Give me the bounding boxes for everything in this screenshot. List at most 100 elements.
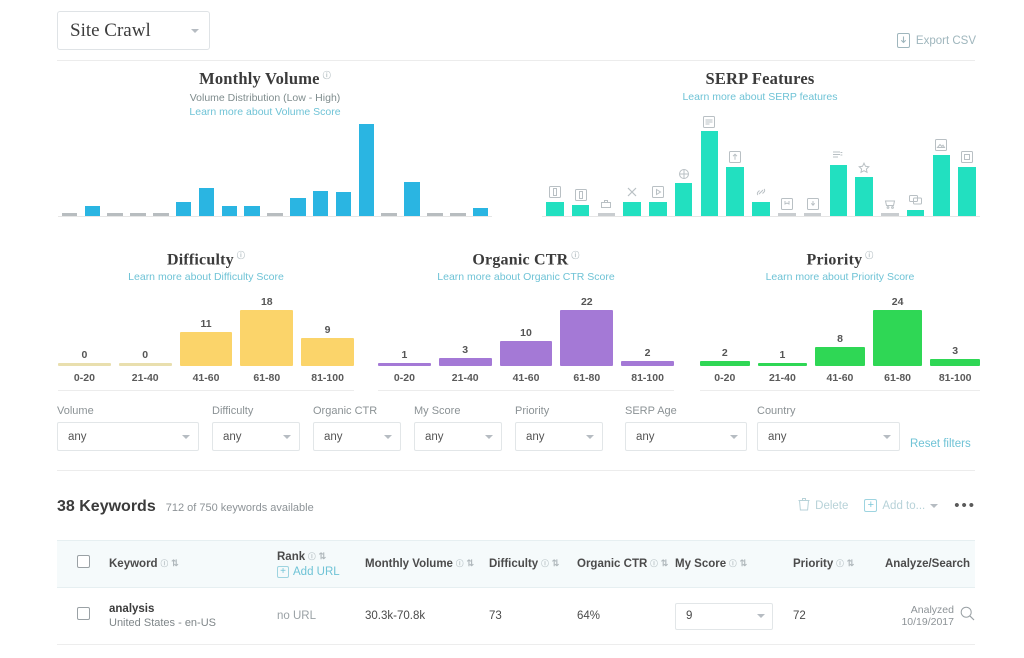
- info-icon[interactable]: ⓘ: [865, 250, 873, 261]
- keywords-available: 712 of 750 keywords available: [165, 502, 314, 514]
- filter-select[interactable]: any: [625, 422, 747, 451]
- monthly-volume-bar[interactable]: [195, 124, 218, 216]
- difficulty-bucket[interactable]: 9: [301, 294, 354, 366]
- monthly-volume-bar[interactable]: [172, 124, 195, 216]
- reset-filters-button[interactable]: Reset filters: [910, 438, 971, 450]
- table-row[interactable]: analysis United States - en-US no URL 30…: [57, 588, 975, 645]
- monthly-volume-bar[interactable]: [401, 124, 424, 216]
- filter-select[interactable]: any: [515, 422, 603, 451]
- serp-feature-bar[interactable]: [928, 112, 954, 216]
- bar-value-label: 0: [81, 349, 88, 361]
- difficulty-bucket[interactable]: 11: [179, 294, 233, 366]
- featured-snippet-icon: [703, 115, 716, 128]
- export-csv-button[interactable]: Export CSV: [896, 33, 976, 48]
- column-header-rank[interactable]: Rank ⓘ ⇅: [277, 551, 365, 563]
- serp-feature-bar[interactable]: [542, 112, 568, 216]
- priority-bucket[interactable]: 8: [815, 294, 865, 366]
- filter-select[interactable]: any: [313, 422, 401, 451]
- monthly-volume-bar[interactable]: [469, 124, 492, 216]
- filter-select[interactable]: any: [414, 422, 502, 451]
- add-url-button[interactable]: + Add URL: [277, 565, 365, 578]
- filter-select[interactable]: any: [212, 422, 300, 451]
- monthly-volume-bar[interactable]: [446, 124, 469, 216]
- difficulty-bucket[interactable]: 18: [240, 294, 294, 366]
- serp-feature-bar[interactable]: [903, 112, 929, 216]
- project-select[interactable]: Site Crawl: [57, 11, 210, 50]
- monthly-volume-bar[interactable]: [81, 124, 104, 216]
- column-header-keyword[interactable]: Keyword ⓘ ⇅: [109, 558, 277, 570]
- bar: [623, 201, 641, 216]
- add-to-button[interactable]: + Add to...: [864, 499, 939, 512]
- my-score-select[interactable]: 9: [675, 602, 773, 630]
- bar: [855, 177, 873, 216]
- monthly-volume-bar[interactable]: [355, 124, 378, 216]
- bar: [221, 206, 238, 216]
- info-icon: ⓘ: [836, 559, 844, 568]
- info-icon[interactable]: ⓘ: [323, 70, 331, 81]
- delete-button[interactable]: Delete: [798, 497, 848, 514]
- monthly-volume-bar[interactable]: [286, 124, 309, 216]
- keyword-cell: analysis United States - en-US: [109, 603, 277, 629]
- serp-feature-bar[interactable]: [825, 112, 851, 216]
- monthly-volume-bar[interactable]: [264, 124, 287, 216]
- serp-feature-bar[interactable]: [954, 112, 980, 216]
- monthly-volume-bar[interactable]: [58, 124, 81, 216]
- filter-select[interactable]: any: [57, 422, 199, 451]
- bar-value-label: 2: [644, 346, 651, 359]
- priority-bucket[interactable]: 3: [930, 294, 980, 366]
- column-header-difficulty[interactable]: Difficulty ⓘ ⇅: [489, 558, 577, 570]
- serp-feature-bar[interactable]: [619, 112, 645, 216]
- difficulty-learn-more-link[interactable]: Learn more about Difficulty Score: [58, 271, 354, 283]
- monthly-volume-bar[interactable]: [309, 124, 332, 216]
- organic-ctr-bucket[interactable]: 22: [560, 294, 614, 366]
- serp-feature-bar[interactable]: [748, 112, 774, 216]
- serp-features-learn-more-link[interactable]: Learn more about SERP features: [600, 91, 920, 103]
- priority-bucket[interactable]: 24: [872, 294, 923, 366]
- filter-select[interactable]: any: [757, 422, 900, 451]
- monthly-volume-learn-more-link[interactable]: Learn more about Volume Score: [95, 106, 435, 118]
- priority-bucket[interactable]: 2: [700, 294, 750, 366]
- monthly-volume-bar[interactable]: [241, 124, 264, 216]
- serp-feature-bar[interactable]: [645, 112, 671, 216]
- column-header-priority[interactable]: Priority ⓘ ⇅: [793, 558, 885, 570]
- monthly-volume-bar[interactable]: [218, 124, 241, 216]
- column-header-monthly-volume[interactable]: Monthly Volume ⓘ ⇅: [365, 558, 489, 570]
- priority-bucket[interactable]: 1: [757, 294, 808, 366]
- serp-feature-bar[interactable]: [722, 112, 748, 216]
- bar: [726, 166, 744, 216]
- ellipsis-icon[interactable]: •••: [954, 498, 976, 513]
- serp-feature-bar[interactable]: [568, 112, 594, 216]
- priority-learn-more-link[interactable]: Learn more about Priority Score: [700, 271, 980, 283]
- difficulty-title: Difficulty ⓘ: [166, 250, 246, 269]
- monthly-volume-bar[interactable]: [332, 124, 355, 216]
- organic-ctr-bucket[interactable]: 1: [378, 294, 431, 366]
- serp-feature-bar[interactable]: [800, 112, 826, 216]
- serp-feature-bar[interactable]: [877, 112, 903, 216]
- organic-ctr-bucket[interactable]: 2: [621, 294, 674, 366]
- difficulty-bucket[interactable]: 0: [118, 294, 172, 366]
- monthly-volume-bar[interactable]: [424, 124, 447, 216]
- monthly-volume-bar[interactable]: [378, 124, 401, 216]
- magnifier-icon[interactable]: [960, 606, 975, 626]
- organic-ctr-learn-more-link[interactable]: Learn more about Organic CTR Score: [378, 271, 674, 283]
- serp-feature-bar[interactable]: [697, 112, 723, 216]
- monthly-volume-bar[interactable]: [104, 124, 127, 216]
- serp-feature-bar[interactable]: [594, 112, 620, 216]
- difficulty-bucket[interactable]: 0: [58, 294, 111, 366]
- column-header-organic-ctr[interactable]: Organic CTR ⓘ ⇅: [577, 558, 675, 570]
- axis-tick-label: 41-60: [826, 372, 854, 384]
- organic-ctr-bucket[interactable]: 3: [438, 294, 492, 366]
- my-score-cell: 9: [675, 602, 793, 630]
- organic-ctr-bucket[interactable]: 10: [499, 294, 553, 366]
- serp-feature-bar[interactable]: [774, 112, 800, 216]
- info-icon[interactable]: ⓘ: [237, 250, 245, 261]
- monthly-volume-bar[interactable]: [127, 124, 150, 216]
- monthly-volume-bar[interactable]: [149, 124, 172, 216]
- serp-feature-bar[interactable]: [851, 112, 877, 216]
- select-all-checkbox[interactable]: [76, 555, 90, 568]
- serp-feature-bar[interactable]: [671, 112, 697, 216]
- info-icon[interactable]: ⓘ: [571, 250, 579, 261]
- keyword-name[interactable]: analysis: [109, 603, 277, 615]
- column-header-my-score[interactable]: My Score ⓘ ⇅: [675, 558, 793, 570]
- row-checkbox[interactable]: [76, 607, 90, 620]
